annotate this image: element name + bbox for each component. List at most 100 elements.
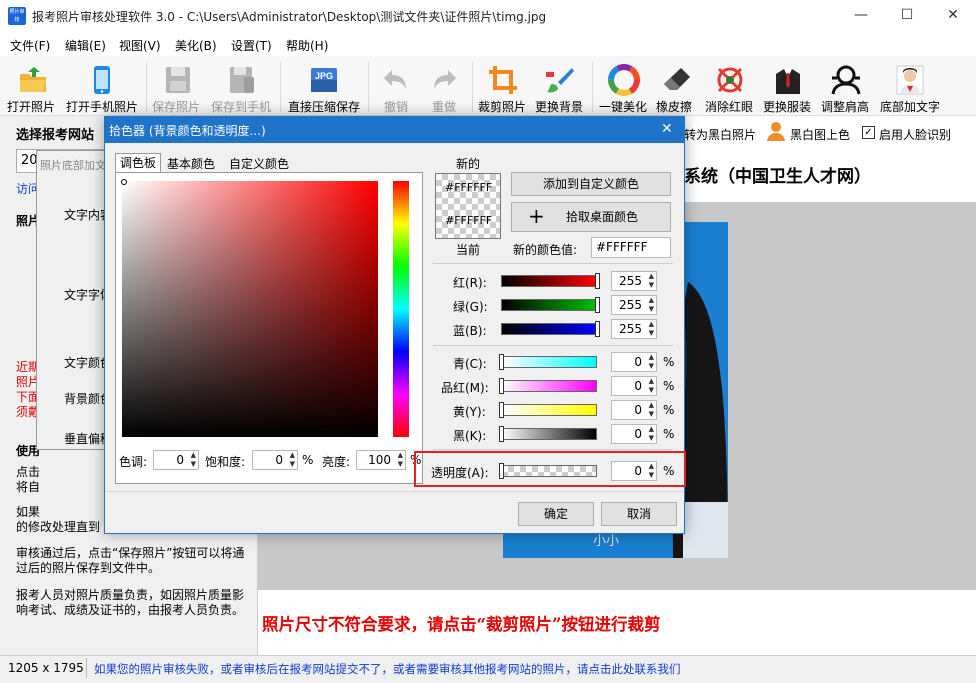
window-title: 报考照片审核处理软件 3.0 - C:\Users\Administrator\… bbox=[32, 10, 547, 24]
divider bbox=[433, 345, 673, 346]
undo-button[interactable]: 撤销 bbox=[372, 60, 420, 114]
red-slider-knob[interactable] bbox=[595, 273, 600, 289]
bottom-add-text-button[interactable]: 底部加文字 bbox=[876, 60, 944, 114]
crosshair-icon: + bbox=[528, 204, 545, 228]
spin-arrows-icon[interactable]: ▲ ▼ bbox=[649, 401, 654, 419]
one-click-beautify-button[interactable]: 一键美化 bbox=[596, 60, 652, 114]
pick-desktop-color-button[interactable]: + 拾取桌面颜色 bbox=[511, 202, 671, 232]
yellow-slider-knob[interactable] bbox=[499, 402, 504, 418]
open-photo-button[interactable]: 打开照片 bbox=[4, 60, 62, 114]
new-color-value-label: 新的颜色值: bbox=[513, 243, 578, 257]
spin-arrows-icon[interactable]: ▲ ▼ bbox=[649, 462, 654, 480]
spin-arrows-icon[interactable]: ▲ ▼ bbox=[191, 451, 196, 469]
menu-edit[interactable]: 编辑(E) bbox=[65, 37, 106, 54]
remove-red-eye-button[interactable]: 消除红眼 bbox=[702, 60, 758, 114]
menu-view[interactable]: 视图(V) bbox=[119, 37, 161, 54]
bottom-text-dialog-title: 照片底部加文 bbox=[40, 159, 106, 172]
magenta-slider[interactable] bbox=[501, 380, 597, 392]
cyan-slider[interactable] bbox=[501, 356, 597, 368]
color-cursor[interactable] bbox=[121, 179, 127, 185]
black-slider-knob[interactable] bbox=[499, 426, 504, 442]
dialog-title-bar: 拾色器 (背景颜色和透明度...) ✕ bbox=[105, 117, 684, 143]
blue-input[interactable]: 255 ▲ ▼ bbox=[611, 319, 657, 339]
yellow-slider[interactable] bbox=[501, 404, 597, 416]
colorize-bw-button[interactable]: 黑白图上色 bbox=[790, 126, 850, 143]
redo-button[interactable]: 重做 bbox=[420, 60, 468, 114]
green-input[interactable]: 255 ▲ ▼ bbox=[611, 295, 657, 315]
add-custom-color-button[interactable]: 添加到自定义颜色 bbox=[511, 172, 671, 196]
contact-us-link[interactable]: 如果您的照片审核失败，或者审核后在报考网站提交不了，或者需要审核其他报考网站的照… bbox=[94, 661, 681, 677]
green-slider[interactable] bbox=[501, 299, 597, 311]
menu-beautify[interactable]: 美化(B) bbox=[175, 37, 217, 54]
adjust-shoulder-button[interactable]: 调整肩高 bbox=[818, 60, 874, 114]
tab-palette[interactable]: 调色板 bbox=[115, 153, 161, 173]
change-background-button[interactable]: 更换背景 bbox=[532, 60, 588, 114]
red-label: 红(R): bbox=[453, 276, 487, 290]
change-clothes-button[interactable]: 更换服装 bbox=[760, 60, 816, 114]
save-to-phone-button[interactable]: 保存到手机 bbox=[208, 60, 276, 114]
black-slider[interactable] bbox=[501, 428, 597, 440]
cyan-slider-knob[interactable] bbox=[499, 354, 504, 370]
ok-button[interactable]: 确定 bbox=[518, 502, 594, 526]
minimize-button[interactable]: — bbox=[838, 0, 884, 32]
spin-arrows-icon[interactable]: ▲ ▼ bbox=[649, 353, 654, 371]
menu-file[interactable]: 文件(F) bbox=[10, 37, 50, 54]
spin-arrows-icon[interactable]: ▲ ▼ bbox=[649, 320, 654, 338]
current-color-label: 当前 bbox=[456, 243, 481, 257]
dialog-title: 拾色器 (背景颜色和透明度...) bbox=[109, 124, 266, 138]
eraser-label: 橡皮擦 bbox=[656, 100, 693, 114]
alpha-input[interactable]: 0 ▲ ▼ bbox=[611, 461, 657, 481]
saturation-brightness-square[interactable] bbox=[122, 181, 378, 437]
hue-slider[interactable] bbox=[393, 181, 409, 437]
black-unit: % bbox=[663, 427, 675, 441]
open-phone-photo-button[interactable]: 打开手机照片 bbox=[62, 60, 142, 114]
alpha-slider[interactable] bbox=[501, 465, 597, 477]
menu-settings[interactable]: 设置(T) bbox=[231, 37, 272, 54]
tab-custom-colors[interactable]: 自定义颜色 bbox=[229, 155, 289, 173]
crop-photo-button[interactable]: 裁剪照片 bbox=[476, 60, 530, 114]
spin-arrows-icon[interactable]: ▲ ▼ bbox=[649, 425, 654, 443]
close-button[interactable]: ✕ bbox=[930, 0, 976, 32]
red-input[interactable]: 255 ▲ ▼ bbox=[611, 271, 657, 291]
compress-save-button[interactable]: JPG 直接压缩保存 bbox=[284, 60, 364, 114]
folder-open-icon bbox=[20, 67, 46, 92]
yellow-input[interactable]: 0 ▲ ▼ bbox=[611, 400, 657, 420]
magenta-input[interactable]: 0 ▲ ▼ bbox=[611, 376, 657, 396]
blue-slider[interactable] bbox=[501, 323, 597, 335]
face-detect-checkbox[interactable]: ✓ bbox=[862, 126, 875, 139]
spin-arrows-icon[interactable]: ▲ ▼ bbox=[649, 272, 654, 290]
cancel-button[interactable]: 取消 bbox=[601, 502, 677, 526]
alpha-slider-knob[interactable] bbox=[499, 463, 504, 479]
convert-bw-button[interactable]: 转为黑白照片 bbox=[684, 126, 756, 143]
spin-arrows-icon[interactable]: ▲ ▼ bbox=[649, 377, 654, 395]
spin-arrows-icon[interactable]: ▲ ▼ bbox=[649, 296, 654, 314]
new-color-value: #FFFFFF bbox=[596, 240, 648, 254]
hue-input[interactable]: 0 ▲ ▼ bbox=[153, 450, 199, 470]
remove-red-eye-label: 消除红眼 bbox=[705, 100, 754, 114]
dialog-close-button[interactable]: ✕ bbox=[661, 121, 673, 137]
color-wheel-icon bbox=[608, 64, 640, 96]
compress-save-label: 直接压缩保存 bbox=[288, 100, 361, 114]
spin-arrows-icon[interactable]: ▲ ▼ bbox=[398, 451, 403, 469]
brightness-input[interactable]: 100 ▲ ▼ bbox=[356, 450, 406, 470]
new-color-hex: #FFFFFF bbox=[445, 181, 493, 194]
yellow-value: 0 bbox=[634, 403, 642, 417]
tab-basic-colors[interactable]: 基本颜色 bbox=[167, 155, 215, 173]
red-slider[interactable] bbox=[501, 275, 597, 287]
toolbar-separator bbox=[280, 62, 281, 112]
black-input[interactable]: 0 ▲ ▼ bbox=[611, 424, 657, 444]
spin-arrows-icon[interactable]: ▲ ▼ bbox=[290, 451, 295, 469]
jpg-icon: JPG bbox=[311, 68, 337, 92]
new-color-value-input[interactable]: #FFFFFF bbox=[591, 237, 671, 258]
maximize-button[interactable]: ☐ bbox=[884, 0, 930, 32]
cyan-input[interactable]: 0 ▲ ▼ bbox=[611, 352, 657, 372]
menu-help[interactable]: 帮助(H) bbox=[286, 37, 328, 54]
magenta-slider-knob[interactable] bbox=[499, 378, 504, 394]
image-size-status: 1205 x 1795 bbox=[8, 661, 84, 675]
saturation-input[interactable]: 0 ▲ ▼ bbox=[252, 450, 298, 470]
blue-slider-knob[interactable] bbox=[595, 321, 600, 337]
green-slider-knob[interactable] bbox=[595, 297, 600, 313]
hue-value: 0 bbox=[176, 453, 184, 467]
save-photo-button[interactable]: 保存照片 bbox=[150, 60, 206, 114]
eraser-button[interactable]: 橡皮擦 bbox=[654, 60, 700, 114]
